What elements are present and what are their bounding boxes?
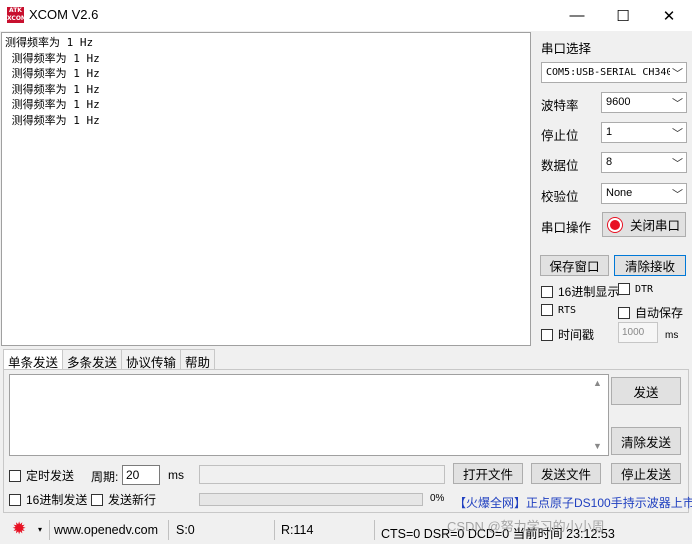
rts-label: RTS [558, 304, 577, 316]
app-logo: ATK XCOM [7, 7, 27, 23]
port-operation-label: 串口操作 [541, 221, 592, 235]
scroll-up-icon[interactable]: ▲ [593, 378, 602, 388]
checkbox-box [9, 493, 21, 506]
progress-percent: 0% [430, 493, 445, 504]
hex-display-label: 16进制显示 [558, 285, 620, 299]
chevron-down-icon: ﹀ [670, 125, 683, 141]
port-select[interactable]: COM5:USB-SERIAL CH340 ﹀ [541, 62, 687, 83]
stop-send-button[interactable]: 停止发送 [611, 463, 681, 484]
auto-save-label: 自动保存 [635, 306, 684, 320]
stop-bits-label: 停止位 [541, 129, 579, 143]
baud-value: 9600 [606, 96, 631, 108]
tab-single-send[interactable]: 单条发送 [3, 349, 64, 370]
stop-bits-select[interactable]: 1 ﹀ [601, 122, 687, 143]
parity-label: 校验位 [541, 190, 579, 204]
checkbox-box [618, 306, 630, 319]
chevron-down-icon: ﹀ [670, 186, 683, 202]
timestamp-checkbox[interactable]: 时间戳 [541, 326, 594, 343]
chevron-down-icon: ﹀ [670, 65, 683, 81]
timestamp-interval-field[interactable]: 1000 [618, 322, 658, 343]
divider [49, 520, 50, 540]
timed-send-checkbox[interactable]: 定时发送 [9, 467, 74, 484]
data-bits-select[interactable]: 8 ﹀ [601, 152, 687, 173]
timed-send-label: 定时发送 [26, 469, 75, 483]
ad-link[interactable]: 【火爆全网】正点原子DS100手持示波器上市 [454, 494, 692, 511]
chevron-down-icon[interactable]: ▾ [38, 525, 42, 534]
close-button[interactable]: ✕ [646, 0, 692, 31]
hex-send-label: 16进制发送 [26, 493, 88, 507]
newline-send-checkbox[interactable]: 发送新行 [91, 491, 156, 508]
hex-send-checkbox[interactable]: 16进制发送 [9, 491, 87, 508]
rts-checkbox[interactable]: RTS [541, 304, 576, 316]
period-label: 周期: [91, 470, 119, 484]
send-tabs: 单条发送 多条发送 协议传输 帮助 [3, 349, 216, 370]
open-file-button[interactable]: 打开文件 [453, 463, 523, 484]
dtr-checkbox[interactable]: DTR [618, 283, 653, 295]
data-bits-label: 数据位 [541, 159, 579, 173]
record-icon [607, 217, 622, 232]
parity-value: None [606, 187, 633, 199]
parity-select[interactable]: None ﹀ [601, 183, 687, 204]
scroll-down-icon[interactable]: ▼ [593, 441, 602, 451]
newline-send-label: 发送新行 [108, 493, 157, 507]
baud-label: 波特率 [541, 99, 579, 113]
website-link[interactable]: www.openedv.com [54, 523, 158, 537]
clear-receive-button[interactable]: 清除接收 [614, 255, 686, 276]
window-title: XCOM V2.6 [29, 7, 99, 22]
sent-count: S:0 [176, 523, 195, 537]
divider [274, 520, 275, 540]
timestamp-unit: ms [665, 330, 679, 341]
dtr-label: DTR [635, 283, 654, 295]
port-select-label: 串口选择 [541, 42, 592, 56]
receive-textarea[interactable]: 测得频率为 1 Hz 测得频率为 1 Hz 测得频率为 1 Hz 测得频率为 1… [1, 32, 531, 346]
save-window-button[interactable]: 保存窗口 [540, 255, 609, 276]
period-input[interactable]: 20 [122, 465, 160, 485]
checkbox-box [541, 285, 553, 298]
stop-bits-value: 1 [606, 126, 613, 138]
watermark: CSDN @努力学习的小小周 [447, 519, 605, 534]
period-unit: ms [168, 468, 184, 482]
auto-save-checkbox[interactable]: 自动保存 [618, 304, 683, 321]
checkbox-box [541, 304, 553, 316]
timestamp-label: 时间戳 [558, 328, 595, 342]
send-progress-bar [199, 493, 423, 506]
checkbox-box [91, 493, 103, 506]
hex-display-checkbox[interactable]: 16进制显示 [541, 283, 619, 300]
divider [168, 520, 169, 540]
minimize-button[interactable]: — [554, 0, 600, 31]
checkbox-box [618, 283, 630, 295]
clear-send-button[interactable]: 清除发送 [611, 427, 681, 455]
received-count: R:114 [281, 523, 314, 537]
file-path-field[interactable] [199, 465, 445, 484]
checkbox-box [541, 328, 553, 341]
maximize-button[interactable]: ☐ [600, 0, 646, 31]
baud-select[interactable]: 9600 ﹀ [601, 92, 687, 113]
tab-protocol[interactable]: 协议传输 [121, 349, 182, 370]
checkbox-box [9, 469, 21, 482]
title-bar: ATK XCOM XCOM V2.6 — ☐ ✕ [0, 0, 692, 31]
divider [374, 520, 375, 540]
send-button[interactable]: 发送 [611, 377, 681, 405]
send-textarea[interactable] [9, 374, 609, 456]
close-port-button[interactable]: 关闭串口 [602, 212, 686, 237]
send-file-button[interactable]: 发送文件 [531, 463, 601, 484]
tab-multi-send[interactable]: 多条发送 [62, 349, 123, 370]
data-bits-value: 8 [606, 156, 613, 168]
chevron-down-icon: ﹀ [670, 95, 683, 111]
close-port-label: 关闭串口 [629, 219, 680, 233]
gear-icon[interactable]: ✹ [12, 519, 26, 539]
chevron-down-icon: ﹀ [670, 155, 683, 171]
tab-help[interactable]: 帮助 [180, 349, 216, 370]
port-select-value: COM5:USB-SERIAL CH340 [546, 67, 673, 78]
